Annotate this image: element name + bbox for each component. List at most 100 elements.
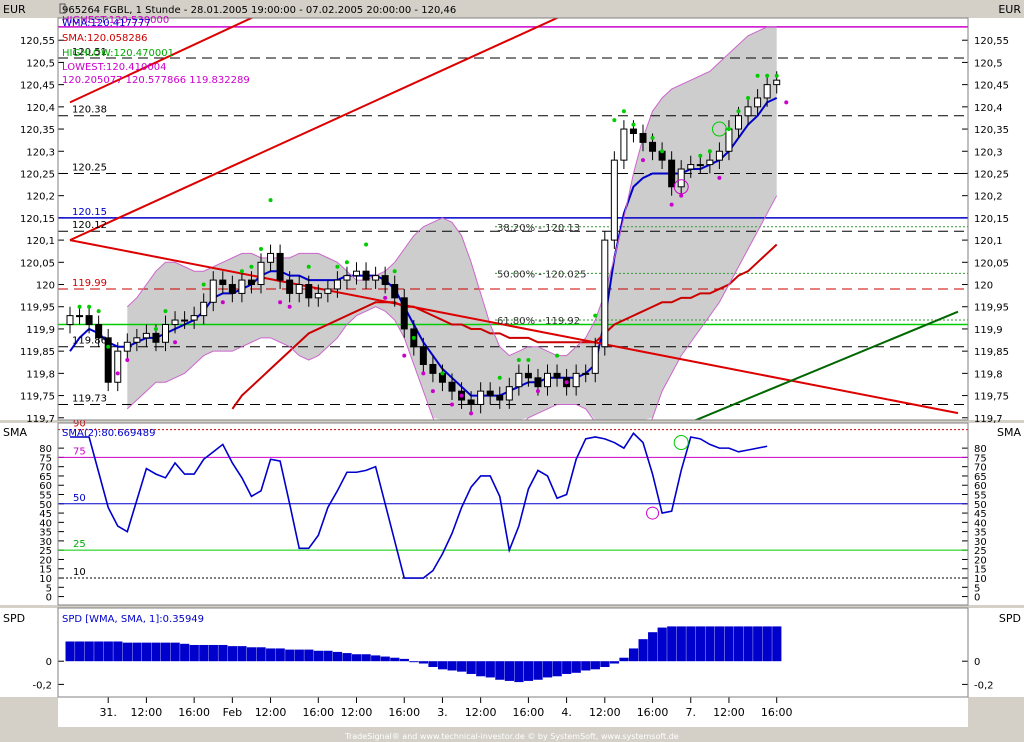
price-tick-label-left: 120,15 [20, 214, 55, 225]
price-tick-label-right: 120,3 [974, 147, 1003, 158]
spd-bar [409, 661, 419, 663]
spd-tick-label-left: 0 [46, 657, 52, 668]
spd-tick-label-right: 0 [974, 657, 980, 668]
spd-bar [285, 649, 295, 662]
signal-dot [631, 122, 636, 127]
candle-body [324, 288, 332, 294]
candle-body [448, 381, 456, 392]
time-tick-label: 7. [686, 706, 697, 719]
price-level-label: 119.73 [72, 393, 107, 404]
time-tick-label: 4. [561, 706, 572, 719]
spd-bar [103, 641, 113, 662]
candle-body [190, 315, 198, 321]
signal-dot [383, 295, 388, 300]
spd-bar [657, 627, 667, 662]
candle-body [391, 284, 399, 299]
spd-bar [638, 639, 648, 662]
price-tick-label-right: 119,85 [974, 347, 1009, 358]
spd-bar [380, 656, 390, 662]
signal-dot [641, 158, 645, 163]
spd-panel-label-left: SPD [3, 612, 25, 625]
spd-bar [122, 642, 132, 662]
signal-dot [268, 198, 273, 203]
spd-bar [600, 661, 610, 667]
sma-tick-label-right: 80 [974, 444, 987, 455]
spd-bar [94, 641, 104, 662]
signal-dot [469, 411, 474, 416]
signal-dot [201, 282, 206, 287]
spd-bar [743, 626, 753, 662]
spd-bar [371, 655, 381, 662]
spd-bar [705, 626, 715, 662]
signal-dot [526, 358, 531, 363]
spd-bar [504, 661, 514, 681]
time-tick-label: 12:00 [465, 706, 497, 719]
spd-bar [447, 661, 457, 671]
time-tick-label: 16:00 [302, 706, 334, 719]
candle-body [286, 279, 294, 294]
signal-dot [344, 260, 349, 265]
spd-bar [313, 650, 323, 662]
candle-body [773, 79, 781, 86]
time-tick-label: 12:00 [589, 706, 621, 719]
time-tick-label: 12:00 [255, 706, 287, 719]
candle-body [639, 132, 647, 143]
candle-body [314, 292, 322, 299]
price-tick-label-left: 120,55 [20, 36, 55, 47]
candle-body [754, 97, 762, 108]
candle-body [505, 386, 513, 401]
spd-bar [132, 642, 142, 662]
sma-legend: SMA(2):80.669489 [62, 428, 155, 439]
spd-tick-label-left: -0,2 [32, 680, 52, 691]
price-tick-label-left: 120,35 [20, 125, 55, 136]
spd-bar [342, 653, 352, 662]
spd-bar [256, 647, 266, 662]
price-tick-label-left: 119,9 [26, 325, 55, 336]
candle-body [649, 141, 657, 152]
candle-body [610, 159, 618, 241]
candle-body [725, 128, 733, 152]
candle-body [620, 128, 628, 161]
price-tick-label-right: 120,05 [974, 258, 1009, 269]
candle-body [152, 332, 160, 343]
candle-body [362, 270, 370, 281]
spd-bar [332, 651, 343, 662]
spd-bar [686, 626, 696, 662]
candle-body [677, 168, 685, 188]
time-tick-label: 12:00 [341, 706, 373, 719]
signal-dot [440, 371, 445, 376]
candle-body [496, 395, 504, 401]
price-tick-label-right: 120 [974, 281, 993, 292]
currency-label-left: EUR [3, 3, 26, 16]
candle-body [171, 319, 179, 325]
price-level-label: 119.86 [72, 336, 107, 347]
spd-bar [714, 626, 725, 662]
candle-body [200, 301, 208, 317]
signal-dot [765, 73, 770, 78]
signal-dot [497, 375, 502, 380]
candle-body [333, 279, 341, 290]
spd-bar [113, 641, 123, 662]
spd-bar [543, 661, 553, 678]
price-tick-label-left: 119,95 [20, 303, 55, 314]
spd-bar [418, 661, 429, 664]
signal-dot [612, 118, 617, 123]
candle-body [238, 279, 246, 294]
spd-bar [218, 644, 228, 662]
candle-body [114, 350, 122, 383]
spd-bar [323, 650, 333, 662]
sma-tick-label-left: 80 [39, 444, 52, 455]
footer-credit: TradeSignal® and www.technical-investor.… [344, 732, 679, 741]
spd-bar [457, 661, 467, 672]
spd-bar [170, 642, 180, 662]
price-tick-label-right: 120,5 [974, 58, 1003, 69]
price-tick-label-left: 120 [36, 281, 55, 292]
signal-dot [364, 242, 369, 247]
signal-dot [746, 95, 751, 100]
spd-bar [581, 661, 591, 671]
candle-body [429, 363, 437, 374]
price-tick-label-right: 120,15 [974, 214, 1009, 225]
candle-body [267, 252, 275, 263]
price-tick-label-left: 120,2 [26, 192, 55, 203]
candle-body [343, 275, 351, 281]
